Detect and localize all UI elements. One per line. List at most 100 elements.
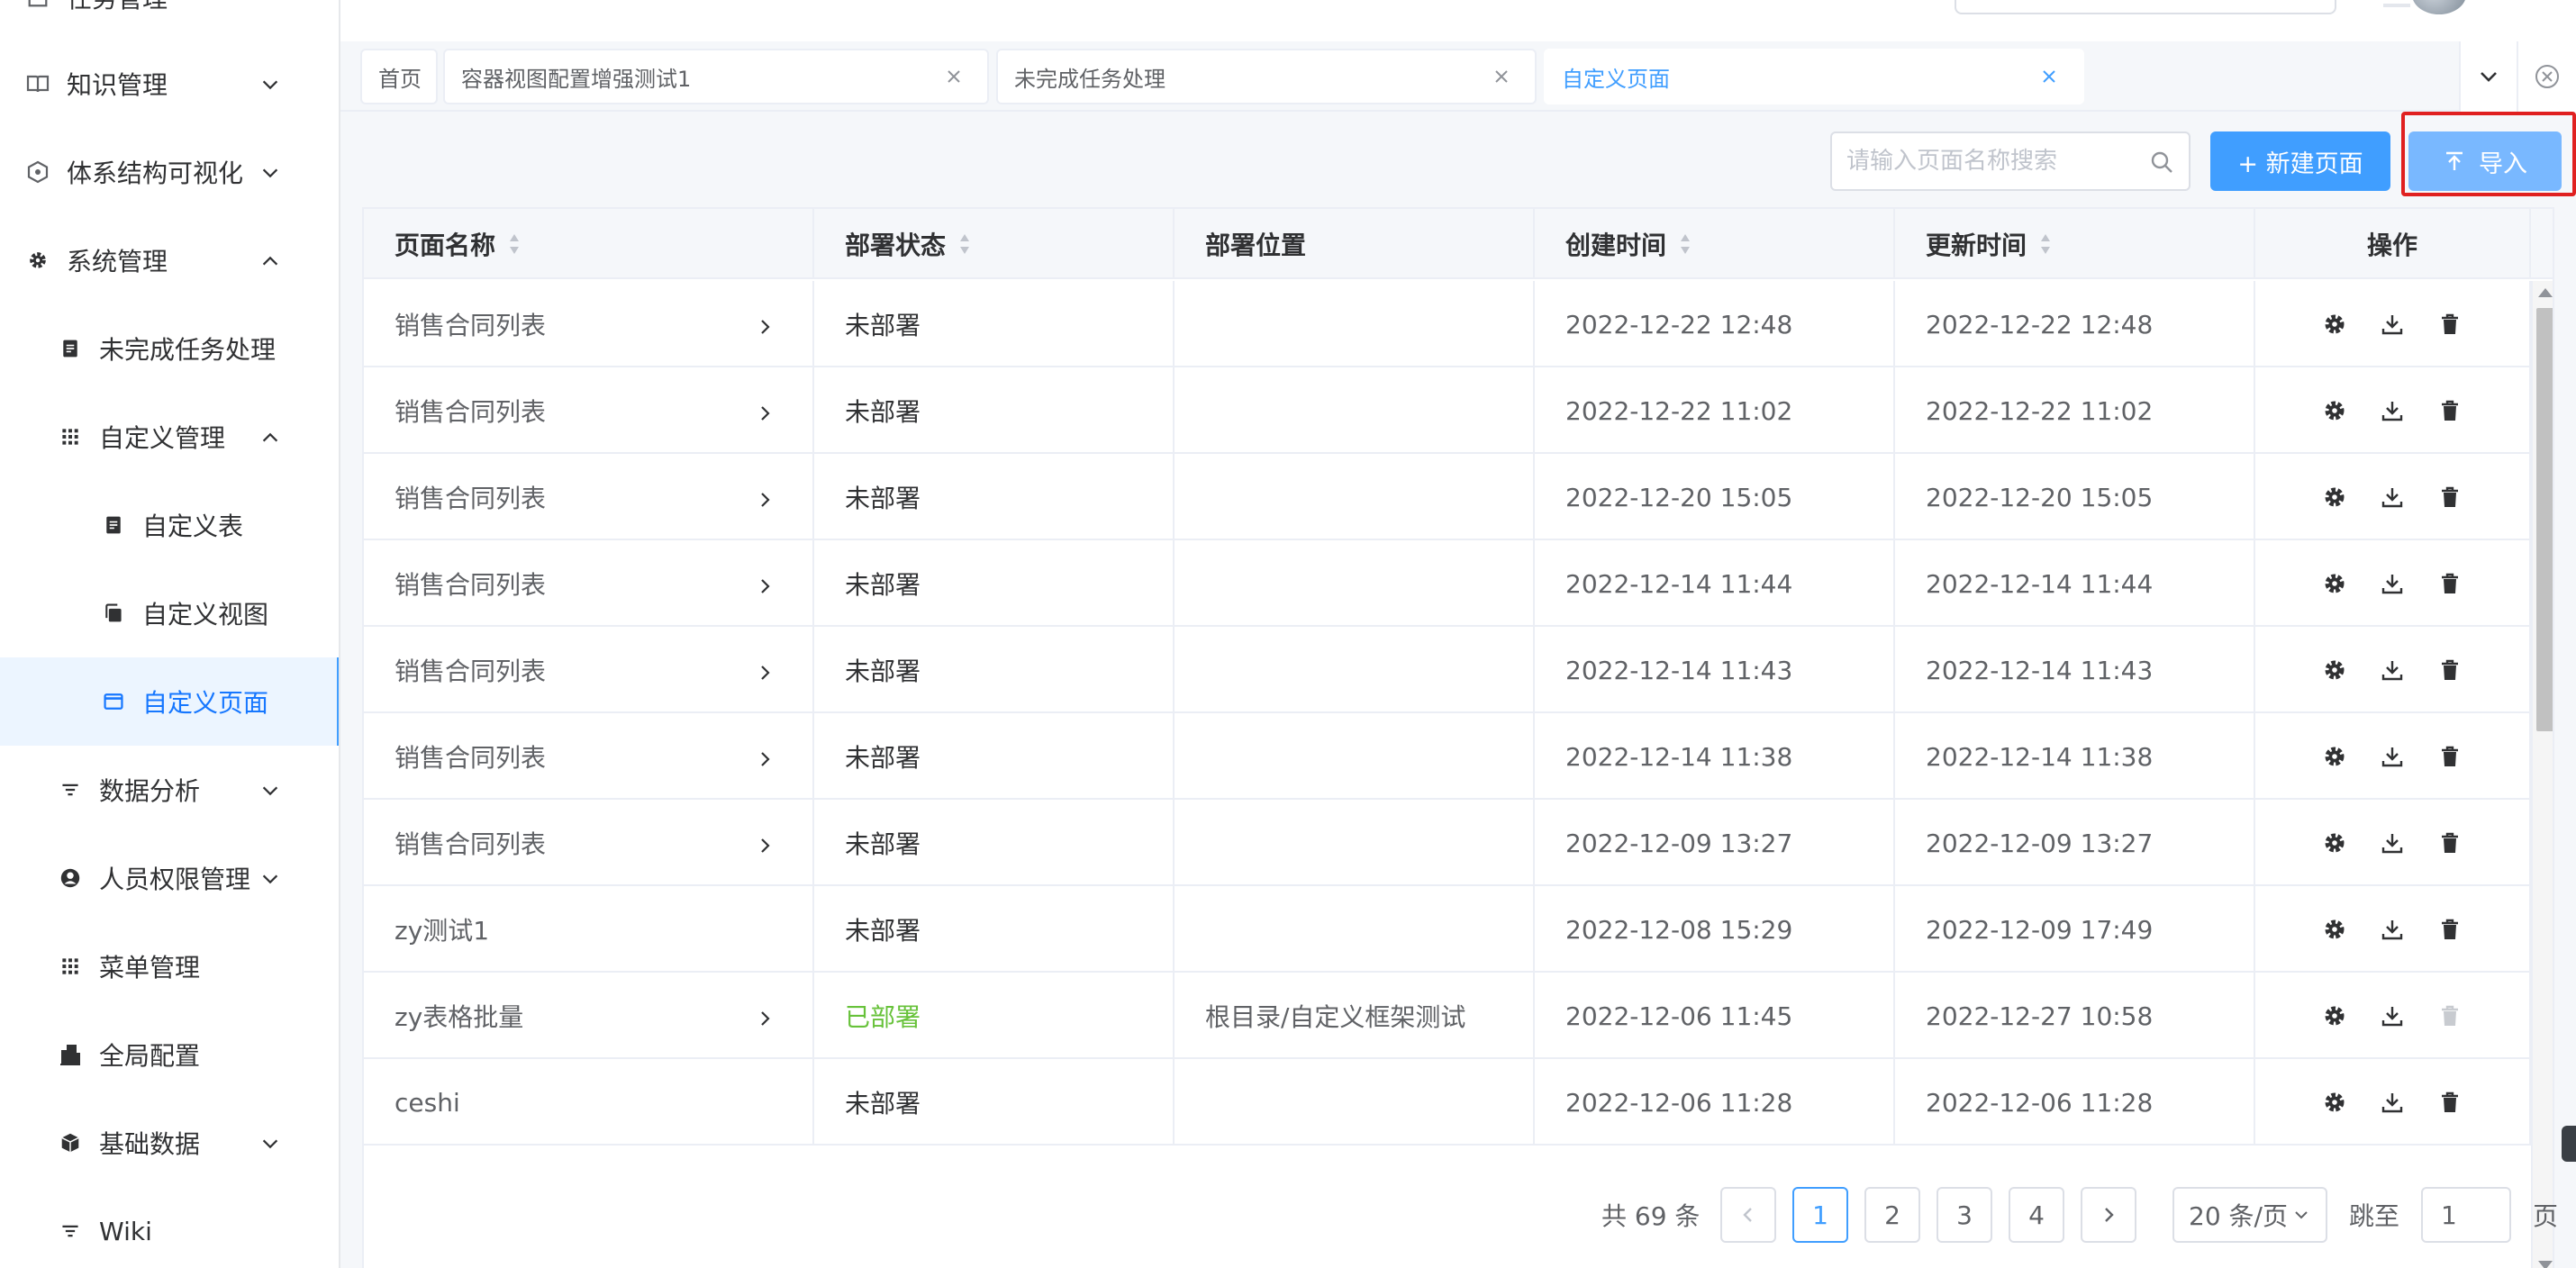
download-icon[interactable] (2376, 1000, 2408, 1032)
delete-trash-icon[interactable] (2434, 567, 2466, 600)
page-size-select[interactable]: 20 条/页 (2172, 1187, 2327, 1243)
page-1-button[interactable]: 1 (1792, 1187, 1848, 1243)
settings-gear-icon[interactable] (2318, 913, 2351, 946)
sidebar-item[interactable]: 体系结构可视化 (0, 128, 339, 216)
table-row[interactable]: zy测试1 未部署 2022-12-08 15:29 2022-12-09 17:49 (364, 886, 2531, 973)
header-created-time[interactable]: 创建时间 (1535, 209, 1895, 279)
jump-page-input[interactable]: 1 (2421, 1187, 2511, 1243)
new-page-button[interactable]: + 新建页面 (2210, 131, 2390, 191)
sort-icon[interactable] (508, 232, 521, 256)
chevron-right-icon[interactable] (755, 1005, 775, 1026)
chevron-down-icon[interactable] (259, 1131, 283, 1155)
side-handle[interactable] (2562, 1126, 2576, 1162)
sidebar-item[interactable]: 未完成任务处理 (0, 304, 339, 393)
table-row[interactable]: 销售合同列表 未部署 2022-12-14 11:38 2022-12-14 11:3… (364, 713, 2531, 800)
download-icon[interactable] (2376, 394, 2408, 427)
settings-gear-icon[interactable] (2318, 1000, 2351, 1032)
settings-gear-icon[interactable] (2318, 481, 2351, 513)
chevron-right-icon[interactable] (755, 400, 775, 421)
chevron-up-icon[interactable] (259, 249, 283, 272)
sort-icon[interactable] (1679, 232, 1692, 256)
settings-gear-icon[interactable] (2318, 740, 2351, 773)
page-search-box[interactable] (1830, 131, 2191, 191)
chevron-down-icon[interactable] (259, 866, 283, 890)
chevron-up-icon[interactable] (259, 425, 283, 448)
sidebar-item[interactable]: 全局配置 (0, 1010, 339, 1099)
header-search-field[interactable] (1955, 0, 2336, 14)
sidebar-item[interactable]: 系统管理 (0, 216, 339, 304)
download-icon[interactable] (2376, 567, 2408, 600)
tab-home[interactable]: 首页 (360, 49, 438, 104)
page-3-button[interactable]: 3 (1937, 1187, 1992, 1243)
chevron-down-icon[interactable] (259, 72, 283, 95)
close-icon[interactable] (2039, 67, 2059, 86)
scroll-up-arrow[interactable] (2538, 288, 2553, 297)
tab-container-view[interactable]: 容器视图配置增强测试1 (443, 49, 989, 104)
avatar[interactable] (2412, 0, 2466, 14)
table-row[interactable]: 销售合同列表 未部署 2022-12-14 11:44 2022-12-14 11:4… (364, 540, 2531, 627)
chevron-right-icon[interactable] (755, 313, 775, 334)
sidebar-item[interactable]: 自定义视图 (0, 569, 339, 657)
download-icon[interactable] (2376, 827, 2408, 859)
sort-icon[interactable] (958, 232, 971, 256)
sidebar-item[interactable]: Wiki (0, 1187, 339, 1268)
table-row[interactable]: zy表格批量 已部署 根目录/自定义框架测试 2022-12-06 11:45 2022… (364, 973, 2531, 1059)
tabs-dropdown-button[interactable] (2459, 41, 2517, 112)
sidebar-item[interactable]: 基础数据 (0, 1099, 339, 1187)
delete-trash-icon[interactable] (2434, 481, 2466, 513)
download-icon[interactable] (2376, 481, 2408, 513)
tab-unfinished-tasks[interactable]: 未完成任务处理 (996, 49, 1537, 104)
download-icon[interactable] (2376, 654, 2408, 686)
page-2-button[interactable]: 2 (1864, 1187, 1920, 1243)
close-icon[interactable] (944, 67, 964, 86)
header-page-name[interactable]: 页面名称 (364, 209, 814, 279)
delete-trash-icon[interactable] (2434, 654, 2466, 686)
sidebar-item[interactable]: 自定义表 (0, 481, 339, 569)
settings-gear-icon[interactable] (2318, 1086, 2351, 1119)
sidebar-item[interactable]: 人员权限管理 (0, 834, 339, 922)
delete-trash-icon[interactable] (2434, 740, 2466, 773)
table-row[interactable]: 销售合同列表 未部署 2022-12-20 15:05 2022-12-20 15:0… (364, 454, 2531, 540)
chevron-down-icon[interactable] (259, 778, 283, 802)
delete-trash-icon[interactable] (2434, 913, 2466, 946)
sidebar-item[interactable]: 自定义页面 (0, 657, 339, 746)
table-scrollbar[interactable] (2531, 281, 2553, 1268)
chevron-right-icon[interactable] (755, 746, 775, 766)
table-row[interactable]: 销售合同列表 未部署 2022-12-09 13:27 2022-12-09 13:2… (364, 800, 2531, 886)
scroll-down-arrow[interactable] (2538, 1261, 2553, 1268)
search-input[interactable] (1846, 133, 2135, 189)
sidebar-item[interactable]: 菜单管理 (0, 922, 339, 1010)
sidebar-item[interactable]: 任务管理 (0, 0, 339, 41)
download-icon[interactable] (2376, 1086, 2408, 1119)
delete-trash-icon[interactable] (2434, 827, 2466, 859)
chevron-right-icon[interactable] (755, 486, 775, 507)
table-row[interactable]: 销售合同列表 未部署 2022-12-22 11:02 2022-12-22 11:0… (364, 367, 2531, 454)
import-button[interactable]: 导入 (2408, 131, 2562, 191)
chevron-right-icon[interactable] (755, 832, 775, 853)
table-row[interactable]: 销售合同列表 未部署 2022-12-14 11:43 2022-12-14 11:4… (364, 627, 2531, 713)
close-all-tabs-button[interactable] (2517, 41, 2576, 112)
download-icon[interactable] (2376, 740, 2408, 773)
settings-gear-icon[interactable] (2318, 308, 2351, 340)
download-icon[interactable] (2376, 913, 2408, 946)
delete-trash-icon[interactable] (2434, 308, 2466, 340)
chevron-right-icon[interactable] (755, 659, 775, 680)
delete-trash-icon[interactable] (2434, 1086, 2466, 1119)
table-row[interactable]: 销售合同列表 未部署 2022-12-22 12:48 2022-12-22 12:4… (364, 281, 2531, 367)
settings-gear-icon[interactable] (2318, 827, 2351, 859)
page-4-button[interactable]: 4 (2009, 1187, 2064, 1243)
chevron-right-icon[interactable] (755, 573, 775, 593)
delete-trash-icon[interactable] (2434, 394, 2466, 427)
sort-icon[interactable] (2039, 232, 2052, 256)
header-deploy-status[interactable]: 部署状态 (814, 209, 1175, 279)
next-page-button[interactable] (2081, 1187, 2136, 1243)
sidebar-item[interactable]: 自定义管理 (0, 393, 339, 481)
settings-gear-icon[interactable] (2318, 567, 2351, 600)
close-icon[interactable] (1492, 67, 1511, 86)
settings-gear-icon[interactable] (2318, 394, 2351, 427)
search-icon[interactable] (2149, 149, 2174, 175)
sidebar-item[interactable]: 数据分析 (0, 746, 339, 834)
settings-gear-icon[interactable] (2318, 654, 2351, 686)
tab-custom-page[interactable]: 自定义页面 (1544, 49, 2084, 104)
download-icon[interactable] (2376, 308, 2408, 340)
